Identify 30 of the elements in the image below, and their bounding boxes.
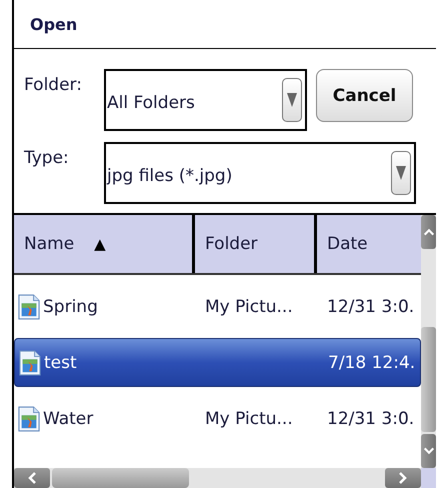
scroll-left-icon[interactable]: [27, 471, 37, 485]
type-dropdown[interactable]: jpg files (*.jpg): [104, 142, 416, 204]
file-row[interactable]: Water My Pictu... 12/31 3:0.: [14, 395, 421, 442]
horizontal-scrollbar[interactable]: [14, 468, 436, 488]
file-name: Spring: [43, 296, 98, 316]
column-header[interactable]: Folder: [195, 215, 317, 273]
image-file-icon: [18, 292, 40, 320]
image-file-icon: [19, 348, 41, 376]
folder-dropdown[interactable]: All Folders: [104, 69, 307, 131]
file-row[interactable]: Spring My Pictu... 12/31 3:0.: [14, 283, 421, 330]
scroll-up-icon[interactable]: [422, 227, 434, 237]
field-label: Folder:: [24, 74, 83, 95]
scroll-down-icon[interactable]: [422, 446, 434, 456]
scrollbar-corner: [421, 468, 436, 488]
file-row[interactable]: test 7/18 12:4.: [14, 338, 421, 387]
table-cell: 7/18 12:4.: [328, 352, 416, 372]
scroll-right-icon[interactable]: [398, 471, 408, 485]
field-label: Type:: [24, 147, 70, 168]
column-header[interactable]: Name ▲: [14, 215, 195, 273]
column-header[interactable]: Date: [317, 215, 421, 273]
file-name: test: [44, 352, 77, 372]
window-title: Open: [30, 14, 78, 34]
table-cell: 12/31 3:0.: [327, 408, 414, 428]
table-cell: My Pictu...: [205, 296, 293, 316]
cancel-button[interactable]: Cancel: [316, 69, 413, 122]
table-cell: My Pictu...: [205, 408, 293, 428]
table-cell: 12/31 3:0.: [327, 296, 414, 316]
file-name: Water: [43, 408, 94, 428]
image-file-icon: [18, 404, 40, 432]
vertical-scrollbar[interactable]: [421, 215, 436, 468]
